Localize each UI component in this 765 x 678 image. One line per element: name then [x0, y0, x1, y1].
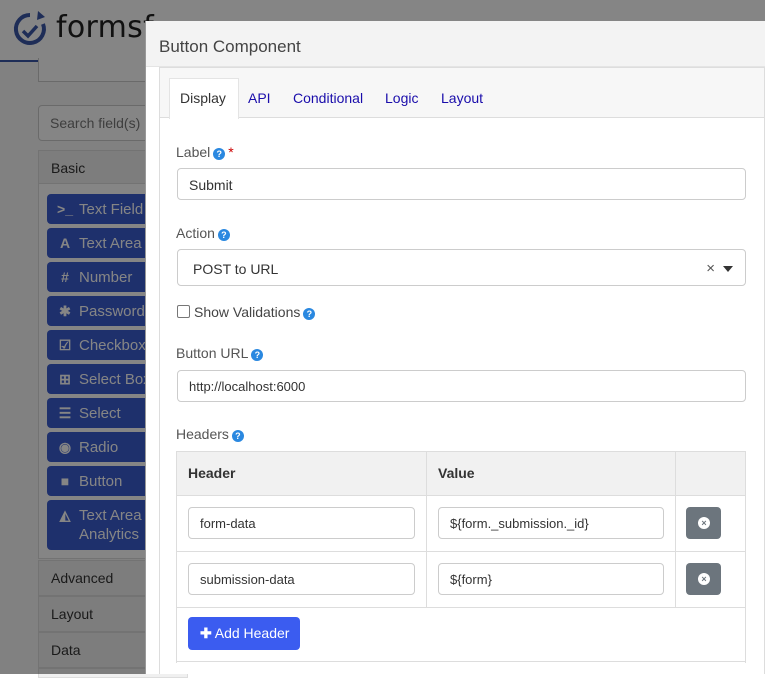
- column-header-actions: [675, 452, 676, 495]
- label-text: Label: [176, 144, 211, 160]
- help-icon[interactable]: ?: [231, 430, 244, 442]
- chevron-down-icon[interactable]: [723, 266, 733, 272]
- actions-cell: ×: [675, 552, 721, 607]
- tab-display[interactable]: Display: [180, 90, 226, 106]
- column-header-header: Header: [188, 465, 236, 481]
- plus-icon: ✚: [200, 625, 212, 641]
- tab-logic[interactable]: Logic: [385, 90, 418, 106]
- show-validations-checkbox[interactable]: [177, 305, 190, 318]
- table-header-row: Header Value: [177, 452, 745, 496]
- help-icon[interactable]: ?: [217, 229, 230, 241]
- tab-conditional[interactable]: Conditional: [293, 90, 363, 106]
- table-row: submission-data ${form} ×: [177, 552, 745, 608]
- actions-cell: ×: [675, 496, 721, 551]
- tab-layout[interactable]: Layout: [441, 90, 483, 106]
- label-input[interactable]: Submit: [177, 168, 746, 200]
- table-row: form-data ${form._submission._id} ×: [177, 496, 745, 552]
- help-icon[interactable]: ?: [303, 308, 316, 320]
- label-text: Show Validations: [194, 304, 301, 320]
- remove-row-button[interactable]: ×: [686, 563, 721, 595]
- header-value-input[interactable]: ${form}: [438, 563, 664, 595]
- action-field-label: Action?: [176, 225, 230, 241]
- action-selected-value: POST to URL: [193, 261, 279, 277]
- header-name-input[interactable]: submission-data: [188, 563, 415, 595]
- button-url-label: Button URL?: [176, 345, 264, 361]
- header-name-input[interactable]: form-data: [188, 507, 415, 539]
- value-cell: ${form}: [426, 552, 664, 607]
- times-circle-icon: ×: [698, 517, 710, 529]
- dialog-title: Button Component: [146, 21, 765, 67]
- clear-icon[interactable]: ×: [706, 260, 715, 277]
- add-header-label: Add Header: [214, 625, 290, 641]
- required-marker: *: [228, 144, 234, 160]
- headers-label: Headers?: [176, 426, 244, 442]
- column-header-value: Value: [426, 452, 475, 495]
- label-field-label: Label? *: [176, 144, 234, 160]
- table-bottom-border: [176, 661, 746, 662]
- tab-bar: Display API Conditional Logic Layout: [160, 68, 764, 119]
- label-text: Action: [176, 225, 215, 241]
- remove-row-button[interactable]: ×: [686, 507, 721, 539]
- help-icon[interactable]: ?: [213, 148, 226, 160]
- label-text: Headers: [176, 426, 229, 442]
- label-text: Button URL: [176, 345, 249, 361]
- times-circle-icon: ×: [698, 573, 710, 585]
- add-header-button[interactable]: ✚ Add Header: [188, 617, 300, 650]
- button-url-input[interactable]: http://localhost:6000: [177, 370, 746, 402]
- tab-api[interactable]: API: [248, 90, 271, 106]
- show-validations-label[interactable]: Show Validations?: [194, 304, 316, 320]
- action-select[interactable]: POST to URL ×: [177, 249, 746, 286]
- value-cell: ${form._submission._id}: [426, 496, 664, 551]
- header-value-input[interactable]: ${form._submission._id}: [438, 507, 664, 539]
- help-icon[interactable]: ?: [251, 349, 264, 361]
